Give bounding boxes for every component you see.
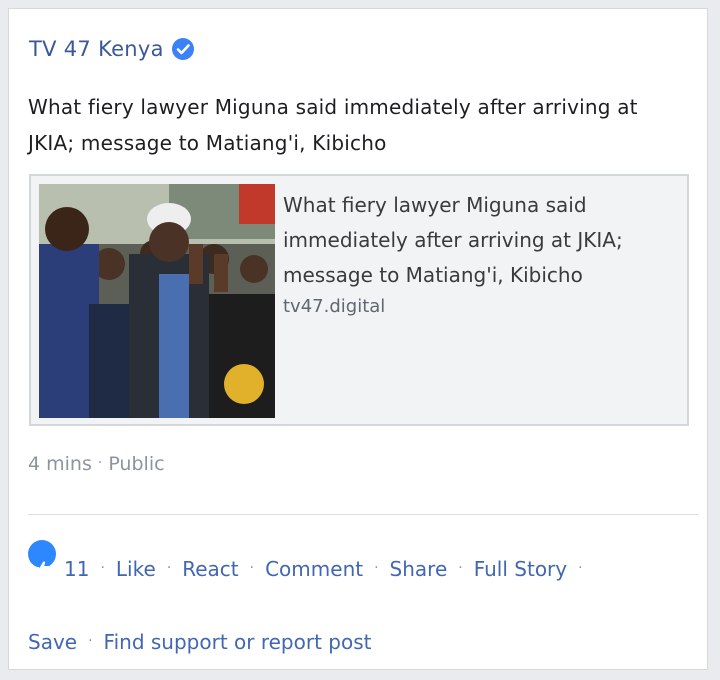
action-separator: · bbox=[578, 560, 583, 576]
post-meta: 4 mins · Public bbox=[28, 453, 165, 475]
action-separator: · bbox=[458, 560, 463, 576]
meta-separator: · bbox=[97, 455, 103, 471]
audience-label: Public bbox=[108, 453, 165, 475]
link-preview-domain: tv47.digital bbox=[283, 296, 386, 317]
action-separator: · bbox=[166, 560, 172, 576]
post-header: TV 47 Kenya bbox=[29, 37, 194, 61]
link-preview-image[interactable] bbox=[39, 184, 275, 418]
actions-divider bbox=[28, 514, 698, 515]
post-actions: 11 · Like · React · Comment · Share · Full Story · … bbox=[28, 534, 688, 680]
action-separator: · bbox=[374, 560, 379, 576]
link-preview-card[interactable]: What fiery lawyer Miguna said immediatel… bbox=[29, 174, 689, 426]
save-button[interactable]: Save bbox=[28, 630, 77, 654]
post-text: What fiery lawyer Miguna said immediatel… bbox=[28, 95, 638, 155]
page-name-link[interactable]: TV 47 Kenya bbox=[29, 37, 164, 61]
action-separator: · bbox=[249, 560, 255, 576]
action-separator: · bbox=[100, 560, 105, 576]
like-button[interactable]: Like bbox=[116, 557, 156, 581]
thumbs-up-icon bbox=[28, 540, 56, 575]
action-separator: · bbox=[88, 633, 93, 649]
verified-check-icon bbox=[171, 38, 194, 60]
post-card: TV 47 Kenya What fiery lawyer Miguna sai… bbox=[8, 8, 708, 670]
like-count: 11 bbox=[64, 557, 90, 581]
link-preview-title[interactable]: What fiery lawyer Miguna said immediatel… bbox=[283, 188, 673, 293]
share-button[interactable]: Share bbox=[390, 557, 448, 581]
comment-button[interactable]: Comment bbox=[265, 557, 363, 581]
report-post-button[interactable]: Find support or report post bbox=[104, 630, 372, 654]
post-time[interactable]: 4 mins bbox=[28, 453, 92, 475]
full-story-button[interactable]: Full Story bbox=[474, 557, 567, 581]
reaction-summary[interactable]: 11 bbox=[28, 540, 90, 581]
news-photo-illustration bbox=[39, 184, 275, 418]
react-button[interactable]: React bbox=[182, 557, 238, 581]
